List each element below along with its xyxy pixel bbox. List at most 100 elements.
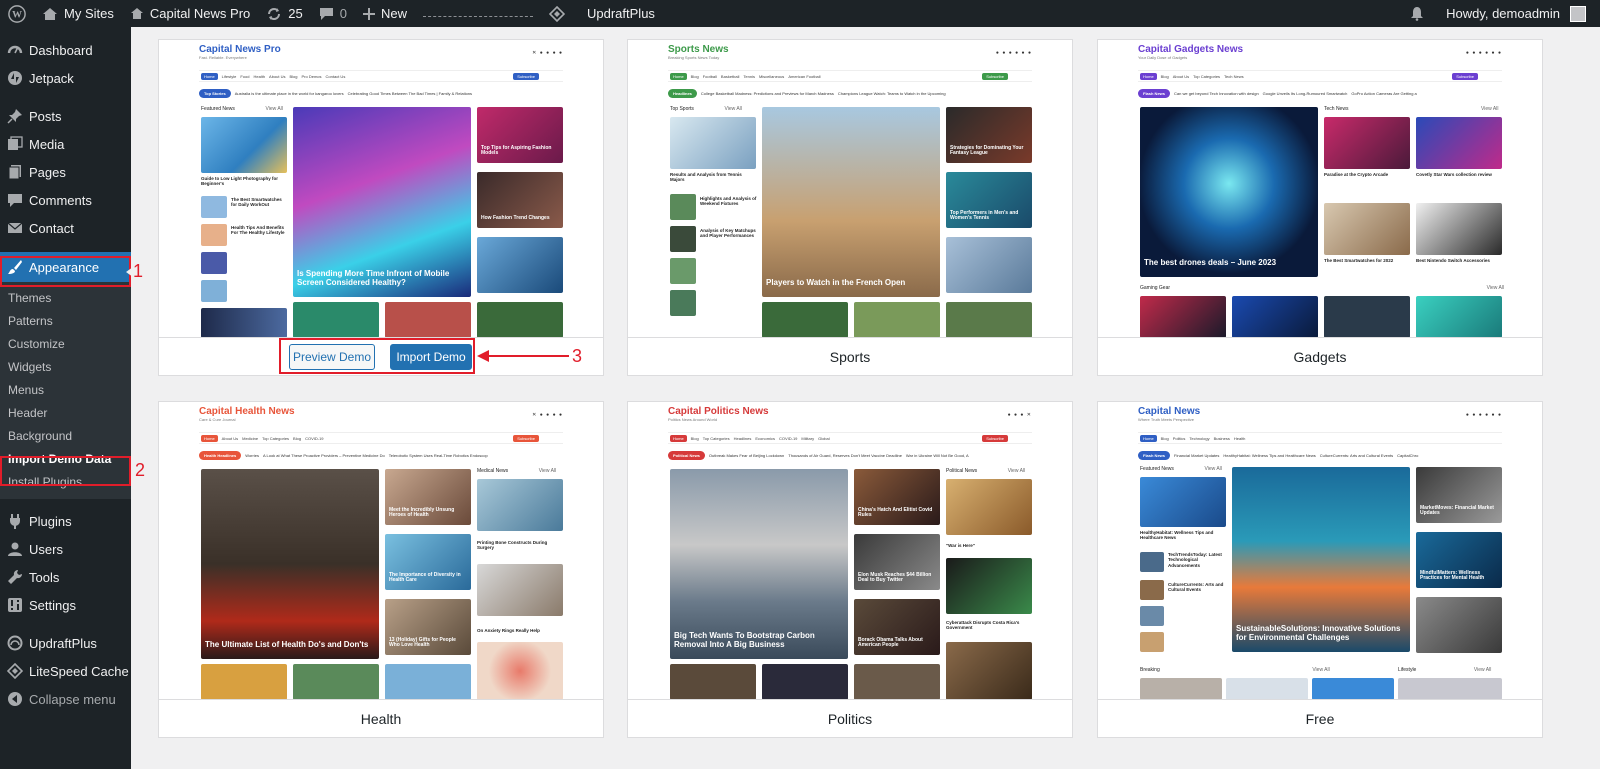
mail-icon: [6, 220, 23, 237]
nav-item: About Us: [269, 73, 286, 79]
section-label: Medical News View All: [477, 468, 556, 474]
nav-item: Top Categories: [1193, 73, 1221, 79]
menu-label: Pages: [29, 164, 66, 180]
ticker-item: HealthyHabitat: Wellness Tips and Health…: [1223, 452, 1316, 458]
demo-card[interactable]: Capital News Where Truth Meets Perspectiv…: [1097, 401, 1543, 738]
site-tagline: Your Daily Dose of Gadgets: [1138, 55, 1188, 60]
updates-count: 25: [288, 6, 303, 21]
thumbnail-image: The Importance of Diversity in Health Ca…: [385, 534, 471, 590]
thumbnail-image: [201, 280, 227, 302]
nav-item: COVID-19: [305, 435, 324, 441]
thumbnail-image: [670, 290, 696, 316]
thumbnail-image: [1416, 597, 1502, 653]
news-ticker: Top Stories Australia is the ultimate pla…: [199, 88, 563, 98]
hero-image: SustainableSolutions: Innovative Solutio…: [1232, 467, 1410, 652]
menu-label: Jetpack: [29, 70, 74, 86]
demo-card[interactable]: Capital Politics News Politics News Aroun…: [627, 401, 1073, 738]
demo-preview-image: Capital News Pro Fast. Reliable. Everywhe…: [159, 40, 603, 338]
subscribe-button: Subscribe: [982, 434, 1008, 442]
ticker-item: CultureCurrents: Arts and Cultural Event…: [1319, 452, 1394, 458]
view-all-link: View All: [724, 106, 742, 112]
settings-icon: [6, 597, 23, 614]
menu-comments[interactable]: Comments: [0, 186, 131, 214]
demo-card[interactable]: Capital News Pro Fast. Reliable. Everywhe…: [158, 39, 604, 376]
diamond-icon: [549, 5, 565, 22]
nav-item: Top Categories: [262, 435, 290, 441]
comments-menu[interactable]: 0: [311, 0, 355, 27]
submenu-menus[interactable]: Menus: [0, 378, 131, 401]
updraft-icon: [6, 635, 23, 652]
menu-label: Contact: [29, 220, 74, 236]
demo-card-footer: Sports: [829, 348, 871, 365]
updates-icon: [268, 7, 281, 20]
hero-image: The best drones deals – June 2023: [1140, 107, 1318, 277]
updraftplus-label: UpdraftPlus: [587, 6, 655, 21]
submenu-customize[interactable]: Customize: [0, 332, 131, 355]
menu-plugins[interactable]: Plugins: [0, 507, 131, 535]
page-icon: [6, 164, 23, 181]
nav-item: Business: [1213, 435, 1230, 441]
nav-item: Miscellaneous: [758, 73, 785, 79]
submenu-themes[interactable]: Themes: [0, 286, 131, 309]
hero-image: Is Spending More Time Infront of Mobile …: [293, 107, 471, 297]
hero-image: The Ultimate List of Health Do's and Don…: [201, 469, 379, 659]
menu-tools[interactable]: Tools: [0, 563, 131, 591]
nav-item: About Us: [1172, 73, 1190, 79]
menu-updraftplus[interactable]: UpdraftPlus: [0, 629, 131, 657]
comment-icon: [6, 192, 23, 209]
thumb-headline: China's Hatch And Elitist Covid Rules: [858, 506, 933, 519]
thumbnail-image: [201, 224, 227, 246]
menu-media[interactable]: Media: [0, 130, 131, 158]
thumbnail-image: [1140, 580, 1164, 600]
my-account-menu[interactable]: Howdy, demoadmin: [1438, 0, 1600, 27]
users-icon: [6, 541, 23, 558]
menu-posts[interactable]: Posts: [0, 102, 131, 130]
thumbnail-image: How Fashion Trend Changes: [477, 172, 563, 228]
my-sites-menu[interactable]: My Sites: [34, 0, 122, 27]
nav-item: Home: [1140, 434, 1157, 442]
menu-label: Comments: [29, 192, 92, 208]
updates-menu[interactable]: 25: [258, 0, 310, 27]
home-icon: [130, 8, 143, 19]
hero-headline: Players to Watch in the French Open: [766, 277, 906, 287]
notifications-button[interactable]: [1402, 0, 1438, 27]
nav-item: Lifestyle: [221, 73, 237, 79]
demo-card[interactable]: Capital Gadgets News Your Daily Dose of G…: [1097, 39, 1543, 376]
updraftplus-menu[interactable]: UpdraftPlus: [541, 0, 663, 27]
submenu-background[interactable]: Background: [0, 424, 131, 447]
new-content-menu[interactable]: New: [355, 0, 415, 27]
thumbnail-image: [1140, 552, 1164, 572]
submenu-header[interactable]: Header: [0, 401, 131, 424]
section-title: Lifestyle: [1398, 667, 1417, 673]
thumbnail-image: [670, 226, 696, 252]
menu-label: Plugins: [29, 513, 72, 529]
menu-label: LiteSpeed Cache: [29, 663, 129, 679]
menu-jetpack[interactable]: Jetpack: [0, 64, 131, 92]
menu-collapse[interactable]: Collapse menu: [0, 685, 131, 713]
thumbnail-image: [1226, 678, 1308, 699]
subscribe-button: Subscribe: [513, 434, 539, 442]
nav-item: COVID-19: [778, 435, 798, 441]
demo-card[interactable]: Capital Health News Care & Cure Journal ✕ …: [158, 401, 604, 738]
demo-card[interactable]: Sports News Breaking Sports News Today ● ●…: [627, 39, 1073, 376]
menu-litespeed-cache[interactable]: LiteSpeed Cache: [0, 657, 131, 685]
thumb-headline: Strategies for Dominating Your Fantasy L…: [950, 144, 1024, 157]
thumb-headline: Top Performers in Men's and Women's Tenn…: [950, 209, 1019, 222]
subscribe-button: Subscribe: [513, 72, 539, 80]
jetpack-icon: [6, 70, 23, 87]
menu-users[interactable]: Users: [0, 535, 131, 563]
my-sites-label: My Sites: [64, 6, 114, 21]
menu-dashboard[interactable]: Dashboard: [0, 36, 131, 64]
menu-pages[interactable]: Pages: [0, 158, 131, 186]
ticker-label: Flash News: [1138, 450, 1171, 460]
wordpress-logo-icon[interactable]: W: [0, 0, 34, 27]
submenu-widgets[interactable]: Widgets: [0, 355, 131, 378]
submenu-patterns[interactable]: Patterns: [0, 309, 131, 332]
social-icons: ● ● ● ● ● ●: [1465, 412, 1502, 418]
site-name-menu[interactable]: Capital News Pro: [122, 0, 258, 27]
wrench-icon: [6, 569, 23, 586]
subscribe-button: Subscribe: [1452, 72, 1478, 80]
menu-settings[interactable]: Settings: [0, 591, 131, 619]
nav-item: Blog: [690, 435, 699, 441]
menu-contact[interactable]: Contact: [0, 214, 131, 242]
